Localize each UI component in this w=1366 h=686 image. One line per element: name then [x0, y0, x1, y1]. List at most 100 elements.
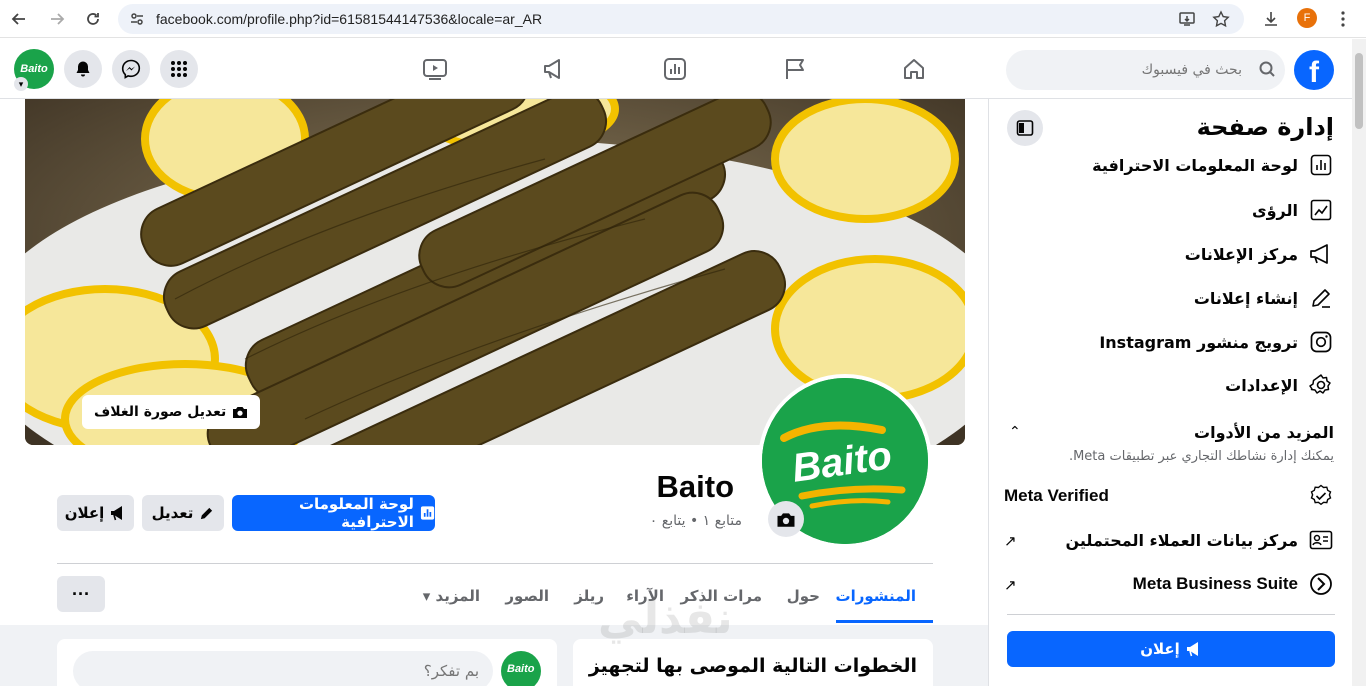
sidebar-item-label: الرؤى	[1251, 200, 1298, 220]
install-app-icon[interactable]	[1178, 10, 1196, 28]
gear-icon	[1308, 372, 1334, 398]
composer-avatar[interactable]: Baito	[501, 651, 541, 686]
sidebar-item-label: Meta Business Suite	[1132, 574, 1298, 593]
sidebar-item-create-ads[interactable]: إنشاء إعلانات	[1004, 280, 1334, 316]
sidebar-item-business-suite[interactable]: Meta Business Suite ↗	[1004, 566, 1334, 602]
sidebar-item-label: مركز بيانات العملاء المحتملين	[1065, 530, 1298, 550]
composer-input[interactable]	[73, 651, 493, 686]
megaphone-icon	[1186, 641, 1198, 656]
promote-button-label: إعلان	[64, 504, 105, 522]
grid-menu-icon	[171, 61, 187, 77]
follower-stats[interactable]: متابع ١ • يتابع ٠	[560, 513, 742, 529]
sidebar-item-meta-verified[interactable]: Meta Verified	[1004, 478, 1334, 514]
collapse-sidebar-button[interactable]	[1007, 110, 1043, 146]
promote-button[interactable]: إعلان	[57, 495, 134, 531]
browser-profile-avatar[interactable]: F	[1297, 8, 1317, 28]
video-tab-icon[interactable]	[421, 55, 449, 83]
messenger-icon	[121, 59, 141, 79]
section-divider	[57, 563, 933, 564]
tab-photos[interactable]: الصور	[505, 587, 549, 605]
browser-menu-icon[interactable]	[1332, 8, 1354, 30]
bookmark-star-icon[interactable]	[1212, 10, 1230, 28]
scroll-thumb[interactable]	[1355, 53, 1363, 129]
contact-card-icon	[1308, 527, 1334, 553]
more-tools-description: يمكنك إدارة نشاطك التجاري عبر تطبيقات Me…	[1068, 449, 1334, 464]
professional-dashboard-button[interactable]: لوحة المعلومات الاحترافية	[232, 495, 435, 531]
active-tab-indicator	[836, 620, 933, 623]
sidebar-title: إدارة صفحة	[1196, 113, 1334, 141]
back-icon[interactable]	[8, 8, 30, 30]
sidebar-item-lead-center[interactable]: مركز بيانات العملاء المحتملين ↗	[1004, 522, 1334, 558]
sidebar-item-label: لوحة المعلومات الاحترافية	[1092, 155, 1298, 175]
insights-icon	[1308, 197, 1334, 223]
manage-page-sidebar: إدارة صفحة لوحة المعلومات الاحترافية الر…	[988, 99, 1352, 686]
facebook-logo[interactable]: f	[1294, 50, 1334, 90]
edit-cover-button[interactable]: تعديل صورة الغلاف	[82, 395, 261, 429]
address-bar[interactable]: facebook.com/profile.php?id=615815441475…	[118, 4, 1244, 34]
menu-button[interactable]	[160, 50, 198, 88]
sidebar-item-settings[interactable]: الإعدادات	[1004, 367, 1334, 403]
dashboard-icon	[420, 506, 435, 520]
search-icon	[1258, 60, 1278, 80]
home-tab-icon[interactable]	[900, 55, 928, 83]
notifications-button[interactable]	[64, 50, 102, 88]
megaphone-icon	[111, 505, 123, 520]
dashboard-icon	[1308, 152, 1334, 178]
sidebar-item-insights[interactable]: الرؤى	[1004, 192, 1334, 228]
site-settings-icon[interactable]	[128, 10, 146, 28]
flag-tab-icon[interactable]	[781, 55, 809, 83]
facebook-logo-letter: f	[1309, 56, 1319, 89]
sidebar-promote-label: إعلان	[1140, 640, 1180, 658]
tab-more[interactable]: المزيد ▾	[423, 587, 480, 605]
sidebar-item-label: إنشاء إعلانات	[1193, 288, 1298, 308]
facebook-top-nav: Baito ▾ f	[0, 39, 1352, 99]
profile-main: تعديل صورة الغلاف Baito Baito متابع ١ • …	[0, 99, 988, 686]
forward-icon[interactable]	[46, 8, 68, 30]
sidebar-item-label: Meta Verified	[1004, 486, 1109, 505]
pencil-icon	[201, 507, 213, 519]
tab-posts[interactable]: المنشورات	[836, 587, 916, 605]
dashboard-button-label: لوحة المعلومات الاحترافية	[298, 495, 414, 531]
sidebar-item-ad-center[interactable]: مركز الإعلانات	[1004, 236, 1334, 272]
page-title: Baito	[656, 469, 735, 504]
avatar-text: Baito	[20, 63, 48, 75]
camera-icon	[233, 407, 248, 418]
page-scrollbar[interactable]	[1352, 39, 1366, 686]
edit-page-button[interactable]: تعديل	[142, 495, 224, 531]
search-box[interactable]	[1006, 50, 1285, 90]
download-icon[interactable]	[1260, 8, 1282, 30]
more-options-button[interactable]: ···	[57, 576, 105, 612]
sidebar-promote-button[interactable]: إعلان	[1007, 631, 1335, 667]
sidebar-item-label: مركز الإعلانات	[1184, 244, 1298, 264]
business-suite-icon	[1308, 571, 1334, 597]
camera-icon	[777, 512, 795, 527]
next-steps-title: الخطوات التالية الموصى بها لتجهيز	[588, 655, 917, 677]
sidebar-item-label: ترويج منشور Instagram	[1099, 332, 1298, 352]
ads-tab-icon[interactable]	[541, 55, 569, 83]
verified-badge-icon	[1308, 483, 1334, 509]
reload-icon[interactable]	[82, 8, 104, 30]
pencil-icon	[1308, 285, 1334, 311]
messenger-button[interactable]	[112, 50, 150, 88]
browser-toolbar: facebook.com/profile.php?id=615815441475…	[0, 0, 1366, 38]
sidebar-item-label: الإعدادات	[1225, 375, 1298, 395]
megaphone-icon	[1308, 241, 1334, 267]
insights-tab-icon[interactable]	[661, 55, 689, 83]
more-tools-heading[interactable]: المزيد من الأدوات	[1194, 423, 1334, 442]
next-steps-card: الخطوات التالية الموصى بها لتجهيز	[573, 639, 933, 686]
update-profile-picture-button[interactable]	[768, 501, 804, 537]
sidebar-toggle-icon	[1016, 120, 1034, 136]
sidebar-item-instagram-boost[interactable]: ترويج منشور Instagram	[1004, 324, 1334, 360]
external-link-icon: ↗	[1004, 533, 1017, 550]
search-input[interactable]	[1006, 50, 1256, 90]
composer-avatar-text: Baito	[507, 663, 535, 675]
edit-button-label: تعديل	[151, 504, 194, 522]
url-text[interactable]: facebook.com/profile.php?id=615815441475…	[156, 11, 542, 27]
edit-cover-label: تعديل صورة الغلاف	[94, 404, 227, 420]
tab-about[interactable]: حول	[787, 587, 820, 605]
sidebar-divider	[1007, 614, 1335, 615]
chevron-up-icon[interactable]: ⌃	[1009, 423, 1021, 440]
sidebar-item-dashboard[interactable]: لوحة المعلومات الاحترافية	[1004, 147, 1334, 183]
bell-icon	[76, 61, 90, 77]
account-chevron-icon[interactable]: ▾	[14, 77, 28, 91]
